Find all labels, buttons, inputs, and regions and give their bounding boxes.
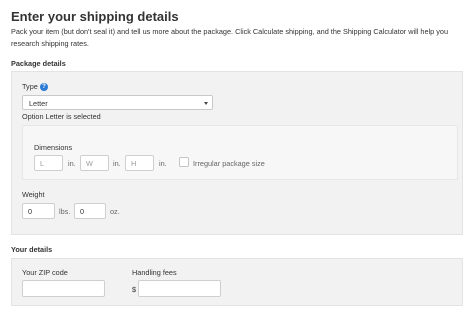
dimensions-box: Dimensions L in. W in. H in. Irregular p…: [22, 125, 458, 180]
width-unit: in.: [113, 159, 121, 168]
type-select[interactable]: Letter: [22, 95, 213, 110]
zip-label: Your ZIP code: [22, 268, 68, 277]
dimensions-label: Dimensions: [34, 143, 73, 152]
height-input[interactable]: H: [125, 155, 154, 171]
help-icon[interactable]: ?: [40, 83, 48, 91]
weight-oz-input[interactable]: 0: [74, 203, 106, 219]
length-input[interactable]: L: [34, 155, 63, 171]
weight-lbs-unit: lbs.: [59, 207, 71, 216]
width-input[interactable]: W: [80, 155, 109, 171]
length-unit: in.: [68, 159, 76, 168]
height-unit: in.: [159, 159, 167, 168]
irregular-size-label: Irregular package size: [193, 159, 265, 168]
type-select-value: Letter: [29, 99, 48, 108]
intro-text: Pack your item (but don't seal it) and t…: [11, 27, 449, 48]
zip-input[interactable]: [22, 280, 105, 297]
package-details-heading: Package details: [11, 59, 66, 68]
handling-fees-label: Handling fees: [132, 268, 177, 277]
handling-fees-input[interactable]: [138, 280, 221, 297]
type-selection-status: Option Letter is selected: [22, 112, 101, 121]
type-label: Type: [22, 82, 38, 91]
your-details-panel: Your ZIP code Handling fees $: [11, 258, 463, 306]
weight-oz-unit: oz.: [110, 207, 120, 216]
chevron-down-icon: [204, 102, 208, 105]
page-title: Enter your shipping details: [11, 9, 179, 24]
irregular-size-checkbox[interactable]: [179, 157, 189, 167]
weight-lbs-input[interactable]: 0: [22, 203, 55, 219]
currency-symbol: $: [132, 285, 137, 294]
your-details-heading: Your details: [11, 245, 53, 254]
weight-label: Weight: [22, 190, 45, 199]
package-details-panel: Type ? Letter Option Letter is selected …: [11, 71, 463, 235]
